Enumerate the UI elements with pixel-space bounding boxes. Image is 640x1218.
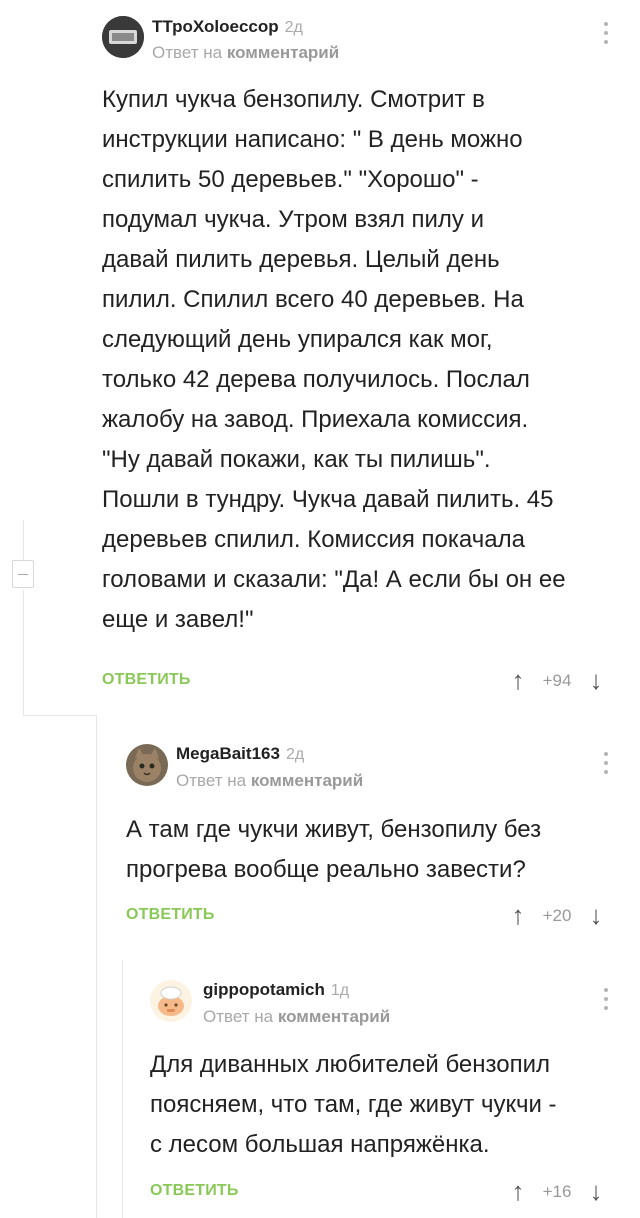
reply-to: Ответ на комментарий xyxy=(203,1007,390,1027)
comment-author[interactable]: gippopotamich 1д xyxy=(203,980,349,1000)
text-line: "Ну давай покажи, как ты пилишь". xyxy=(102,446,491,473)
comment: MegaBait163 2д Ответ на комментарий А там… xyxy=(97,730,640,960)
reply-to: Ответ на комментарий xyxy=(176,771,363,791)
avatar-image xyxy=(126,744,168,786)
rating-controls: ↑ +20 ↓ xyxy=(508,900,606,931)
more-vertical-icon[interactable] xyxy=(601,988,611,1014)
author-name[interactable]: gippopotamich xyxy=(203,980,325,999)
arrow-down-icon[interactable]: ↓ xyxy=(586,900,606,931)
text-line: спилить 50 деревьев." "Хорошо" - xyxy=(102,166,479,193)
comment-text: А там где чукчи живут, бензопилу без про… xyxy=(126,810,541,890)
arrow-up-icon[interactable]: ↑ xyxy=(508,1176,528,1207)
arrow-up-icon[interactable]: ↑ xyxy=(508,900,528,931)
comment-text: Купил чукча бензопилу. Смотрит в инструк… xyxy=(102,80,566,640)
reply-to: Ответ на комментарий xyxy=(152,43,339,63)
text-line: еще и завел!" xyxy=(102,606,254,633)
reply-prefix: Ответ на xyxy=(203,1007,274,1026)
comment-text: Для диванных любителей бензопил поясняем… xyxy=(150,1045,557,1165)
text-line: только 42 дерева получилось. Послал xyxy=(102,366,530,393)
text-line: подумал чукча. Утром взял пилу и xyxy=(102,206,484,233)
rating-score: +20 xyxy=(542,905,572,925)
avatar[interactable] xyxy=(102,16,144,58)
reply-prefix: Ответ на xyxy=(152,43,223,62)
reply-button[interactable]: ОТВЕТИТЬ xyxy=(102,671,191,689)
arrow-up-icon[interactable]: ↑ xyxy=(508,665,528,696)
text-line: жалобу на завод. Приехала комиссия. xyxy=(102,406,529,433)
author-name[interactable]: ТТроХоloeccop xyxy=(152,17,279,36)
text-line: Для диванных любителей бензопил xyxy=(150,1051,551,1078)
arrow-down-icon[interactable]: ↓ xyxy=(586,1176,606,1207)
text-line: поясняем, что там, где живут чукчи - xyxy=(150,1091,557,1118)
comment-age: 2д xyxy=(285,746,305,763)
rating-controls: ↑ +94 ↓ xyxy=(508,665,606,696)
rating-score: +94 xyxy=(542,670,572,690)
comment-author[interactable]: ТТроХоloeccop 2д xyxy=(152,17,303,37)
reply-button[interactable]: ОТВЕТИТЬ xyxy=(150,1182,239,1200)
avatar[interactable] xyxy=(126,744,168,786)
comment: gippopotamich 1д Ответ на комментарий Для… xyxy=(123,960,640,1218)
text-line: инструкции написано: " В день можно xyxy=(102,126,523,153)
text-line: А там где чукчи живут, бензопилу без xyxy=(126,816,542,843)
reply-button[interactable]: ОТВЕТИТЬ xyxy=(126,906,215,924)
comment-author[interactable]: MegaBait163 2д xyxy=(176,744,304,764)
text-line: головами и сказали: "Да! А если бы он ее xyxy=(102,566,566,593)
text-line: Купил чукча бензопилу. Смотрит в xyxy=(102,86,485,113)
author-name[interactable]: MegaBait163 xyxy=(176,744,280,763)
text-line: деревьев спилил. Комиссия покачала xyxy=(102,526,525,553)
text-line: прогрева вообще реально завести? xyxy=(126,856,526,883)
text-line: пилил. Спилил всего 40 деревьев. На xyxy=(102,286,524,313)
comment: ТТроХоloeccop 2д Ответ на комментарий Куп… xyxy=(0,0,640,715)
reply-target-link[interactable]: комментарий xyxy=(227,43,339,62)
thread-line xyxy=(23,715,96,716)
rating-score: +16 xyxy=(542,1181,572,1201)
avatar-image xyxy=(102,16,144,58)
more-vertical-icon[interactable] xyxy=(601,22,611,48)
rating-controls: ↑ +16 ↓ xyxy=(508,1176,606,1207)
comment-age: 1д xyxy=(330,982,350,999)
reply-target-link[interactable]: комментарий xyxy=(251,771,363,790)
text-line: давай пилить деревья. Целый день xyxy=(102,246,500,273)
text-line: с лесом большая напряжёнка. xyxy=(150,1131,490,1158)
avatar-image xyxy=(150,980,192,1022)
avatar[interactable] xyxy=(150,980,192,1022)
text-line: Пошли в тундру. Чукча давай пилить. 45 xyxy=(102,486,554,513)
text-line: следующий день упирался как мог, xyxy=(102,326,493,353)
arrow-down-icon[interactable]: ↓ xyxy=(586,665,606,696)
reply-prefix: Ответ на xyxy=(176,771,247,790)
comment-age: 2д xyxy=(284,19,303,36)
more-vertical-icon[interactable] xyxy=(601,752,611,778)
reply-target-link[interactable]: комментарий xyxy=(278,1007,390,1026)
